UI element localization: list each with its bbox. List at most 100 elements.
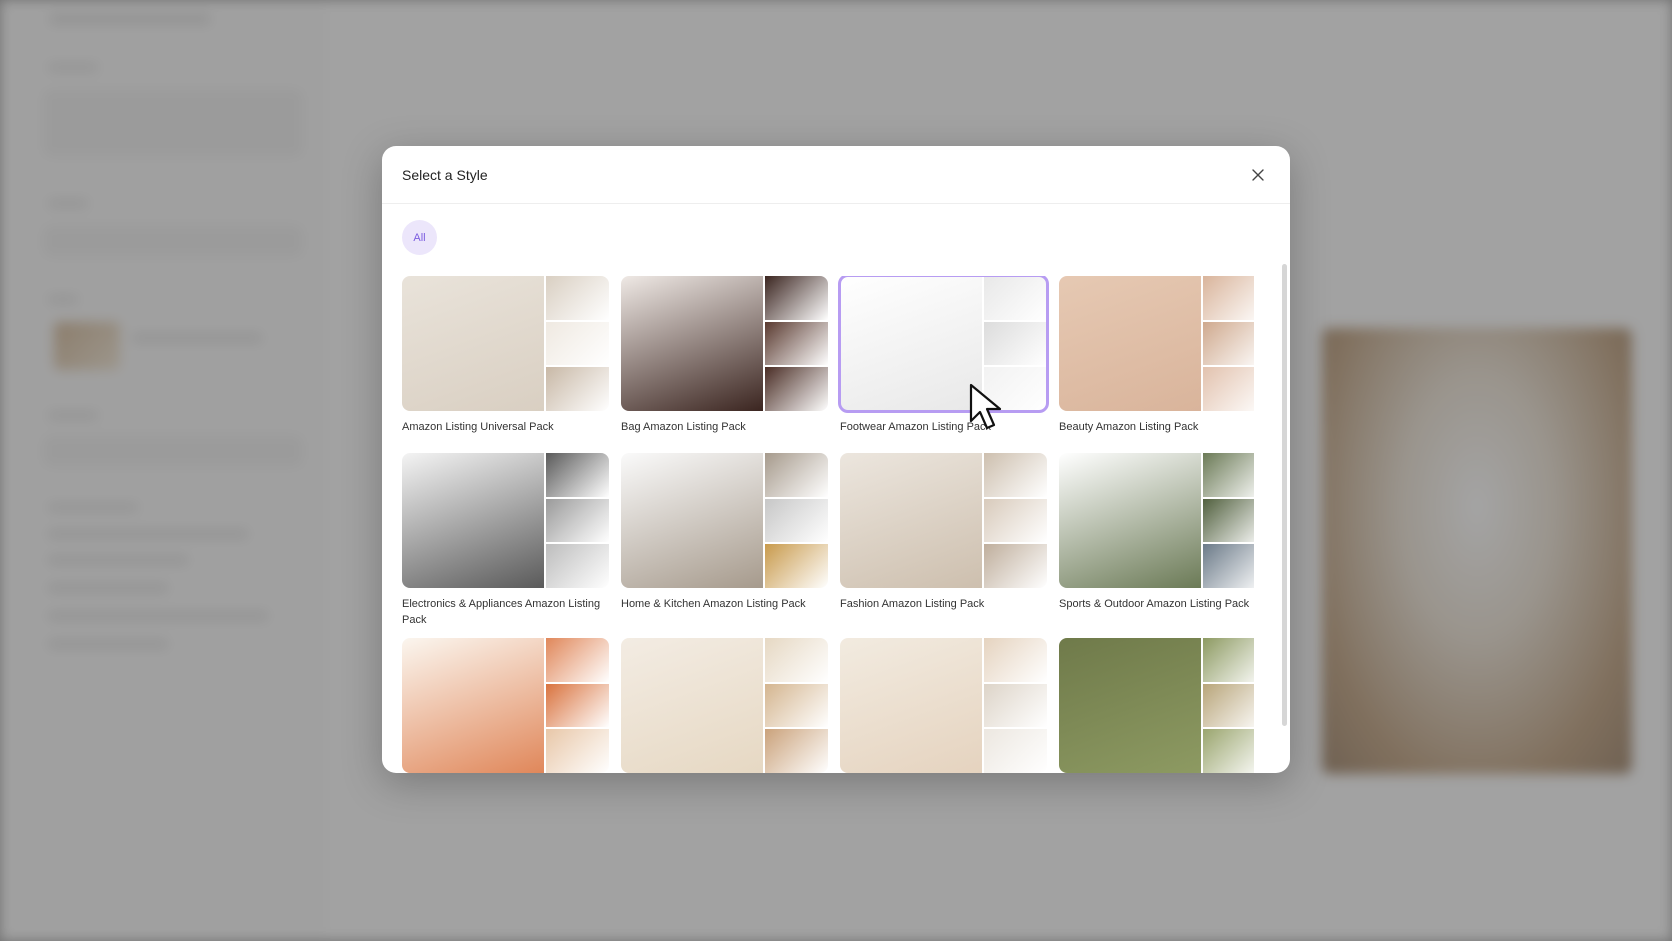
thumbnail-side-image: [984, 276, 1047, 320]
style-card[interactable]: Beauty Amazon Listing Pack: [1059, 276, 1254, 453]
thumbnail-side-image: [765, 729, 828, 773]
thumbnail-main-image: [621, 276, 763, 411]
thumbnail-side-image: [1203, 276, 1254, 320]
thumbnail-side-image: [546, 453, 609, 497]
style-card-thumbnail: [402, 638, 609, 773]
style-card-thumbnail: [840, 453, 1047, 588]
style-card-label: Fashion Amazon Listing Pack: [840, 598, 985, 610]
style-grid: Amazon Listing Universal Pack Bag Amazon …: [402, 276, 1254, 773]
style-card[interactable]: Bag Amazon Listing Pack: [621, 276, 828, 453]
thumbnail-side-image: [765, 498, 828, 543]
modal-title: Select a Style: [402, 166, 488, 183]
thumbnail-side-image: [984, 638, 1047, 682]
thumbnail-side-image: [1203, 498, 1254, 543]
style-card[interactable]: [1059, 638, 1254, 773]
thumbnail-side-image: [984, 498, 1047, 543]
thumbnail-side-image: [1203, 453, 1254, 497]
thumbnail-main-image: [402, 453, 544, 588]
style-card-thumbnail: [621, 453, 828, 588]
thumbnail-main-image: [840, 453, 982, 588]
thumbnail-side-image: [765, 544, 828, 588]
thumbnail-side-image: [765, 367, 828, 411]
filter-row: All: [382, 204, 1290, 255]
style-grid-container: Amazon Listing Universal Pack Bag Amazon …: [402, 276, 1254, 773]
style-card-thumbnail: [621, 276, 828, 411]
thumbnail-side-image: [546, 544, 609, 588]
thumbnail-main-image: [1059, 638, 1201, 773]
thumbnail-main-image: [840, 276, 982, 411]
thumbnail-side-images: [765, 638, 828, 773]
thumbnail-side-image: [546, 729, 609, 773]
style-card-label: Sports & Outdoor Amazon Listing Pack: [1059, 598, 1250, 610]
scrollbar[interactable]: [1282, 264, 1287, 726]
style-card-label: Amazon Listing Universal Pack: [402, 421, 554, 433]
style-card[interactable]: Home & Kitchen Amazon Listing Pack: [621, 453, 828, 638]
style-card[interactable]: Footwear Amazon Listing Pack: [838, 276, 1049, 453]
thumbnail-side-image: [765, 453, 828, 497]
style-card-label: Footwear Amazon Listing Pack: [840, 421, 992, 433]
style-card-thumbnail: [1059, 453, 1254, 588]
thumbnail-side-image: [1203, 544, 1254, 588]
thumbnail-side-image: [546, 498, 609, 543]
thumbnail-main-image: [1059, 276, 1201, 411]
filter-chip-all[interactable]: All: [402, 220, 437, 255]
thumbnail-side-image: [984, 453, 1047, 497]
thumbnail-side-images: [984, 638, 1047, 773]
style-card-label: Electronics & Appliances Amazon Listing …: [402, 598, 601, 626]
thumbnail-side-images: [546, 638, 609, 773]
thumbnail-side-image: [546, 367, 609, 411]
thumbnail-side-images: [765, 276, 828, 411]
style-card-label: Bag Amazon Listing Pack: [621, 421, 746, 433]
thumbnail-side-image: [765, 638, 828, 682]
close-button[interactable]: [1246, 163, 1270, 187]
mouse-cursor-icon: [969, 383, 1002, 430]
style-card[interactable]: Electronics & Appliances Amazon Listing …: [402, 453, 609, 638]
style-card-thumbnail: [1059, 276, 1254, 411]
style-card[interactable]: Amazon Listing Universal Pack: [402, 276, 609, 453]
style-card[interactable]: Sports & Outdoor Amazon Listing Pack: [1059, 453, 1254, 638]
thumbnail-side-image: [1203, 729, 1254, 773]
thumbnail-side-images: [1203, 453, 1254, 588]
thumbnail-side-image: [1203, 638, 1254, 682]
thumbnail-side-image: [984, 683, 1047, 728]
thumbnail-side-image: [984, 321, 1047, 366]
thumbnail-side-image: [765, 321, 828, 366]
thumbnail-main-image: [621, 453, 763, 588]
thumbnail-side-image: [1203, 683, 1254, 728]
modal-header: Select a Style: [382, 146, 1290, 204]
style-card[interactable]: [840, 638, 1047, 773]
thumbnail-main-image: [402, 276, 544, 411]
style-card-thumbnail: [1059, 638, 1254, 773]
style-card-thumbnail: [621, 638, 828, 773]
style-card[interactable]: [402, 638, 609, 773]
style-card-label: Beauty Amazon Listing Pack: [1059, 421, 1199, 433]
thumbnail-side-images: [546, 453, 609, 588]
thumbnail-side-image: [546, 321, 609, 366]
thumbnail-main-image: [1059, 453, 1201, 588]
thumbnail-main-image: [621, 638, 763, 773]
thumbnail-side-images: [1203, 638, 1254, 773]
thumbnail-main-image: [402, 638, 544, 773]
thumbnail-side-images: [546, 276, 609, 411]
style-card-label: Home & Kitchen Amazon Listing Pack: [621, 598, 806, 610]
thumbnail-side-image: [765, 276, 828, 320]
thumbnail-main-image: [840, 638, 982, 773]
thumbnail-side-image: [984, 729, 1047, 773]
style-card[interactable]: [621, 638, 828, 773]
style-card-thumbnail: [838, 276, 1049, 413]
thumbnail-side-image: [765, 683, 828, 728]
thumbnail-side-image: [546, 638, 609, 682]
thumbnail-side-images: [765, 453, 828, 588]
style-card[interactable]: Fashion Amazon Listing Pack: [840, 453, 1047, 638]
style-card-thumbnail: [402, 276, 609, 411]
thumbnail-side-image: [1203, 321, 1254, 366]
style-card-thumbnail: [840, 638, 1047, 773]
style-card-thumbnail: [402, 453, 609, 588]
thumbnail-side-image: [546, 683, 609, 728]
thumbnail-side-images: [1203, 276, 1254, 411]
thumbnail-side-image: [1203, 367, 1254, 411]
close-icon: [1252, 168, 1264, 181]
select-style-modal: Select a Style All Amazon Listing Univer…: [382, 146, 1290, 773]
thumbnail-side-image: [546, 276, 609, 320]
thumbnail-side-image: [984, 544, 1047, 588]
